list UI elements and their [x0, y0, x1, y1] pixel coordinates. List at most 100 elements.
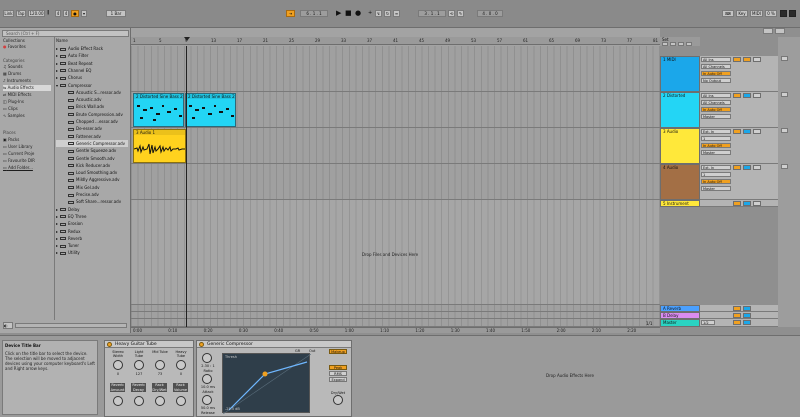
- lock-button[interactable]: [686, 42, 692, 46]
- input-type-select[interactable]: Ext. In: [701, 165, 731, 170]
- sidebar-item-midi-effects[interactable]: ⇌ MIDI Effects: [3, 92, 51, 98]
- release-knob[interactable]: [202, 395, 212, 405]
- track-lane-3-audio[interactable]: [131, 128, 660, 164]
- preview-waveform[interactable]: [15, 323, 127, 328]
- sidebar-item-packs[interactable]: ▣ Packs: [3, 137, 51, 143]
- monitor-select[interactable]: In Auto Off: [701, 107, 731, 112]
- play-icon[interactable]: ▶: [336, 10, 341, 17]
- solo-button[interactable]: [743, 306, 751, 311]
- arm-button[interactable]: [753, 165, 761, 170]
- solo-button[interactable]: [743, 129, 751, 134]
- track-activator[interactable]: [733, 57, 741, 62]
- browser-preset-item[interactable]: Fattener.adv: [56, 133, 128, 140]
- link-button[interactable]: Link: [3, 10, 14, 17]
- macro-knob[interactable]: [176, 360, 186, 370]
- solo-button[interactable]: [743, 93, 751, 98]
- browser-preset-item[interactable]: Acoustic.adv: [56, 96, 128, 103]
- arm-button[interactable]: [753, 129, 761, 134]
- arm-button[interactable]: [753, 201, 761, 206]
- browser-preset-item[interactable]: Precise.adv: [56, 191, 128, 198]
- input-type-select[interactable]: All Ins: [701, 57, 731, 62]
- track-header-4-audio[interactable]: 4 Audio: [660, 164, 700, 200]
- sidebar-item-plugins[interactable]: ◫ Plug-Ins: [3, 99, 51, 105]
- browser-folder-item[interactable]: ▸ Reverb: [56, 235, 128, 242]
- compressor-title-bar[interactable]: Generic Compressor: [197, 341, 351, 348]
- input-channel-select[interactable]: All Channels: [701, 100, 731, 105]
- sidebar-item-sounds[interactable]: ♫ Sounds: [3, 64, 51, 70]
- track-name[interactable]: 5 Instrument: [661, 201, 699, 206]
- sidebar-item-instruments[interactable]: ♪ Instruments: [3, 78, 51, 84]
- track-activator[interactable]: [733, 306, 741, 311]
- browser-preset-item[interactable]: Mix Gel.adv: [56, 184, 128, 191]
- fold-button[interactable]: [662, 42, 668, 46]
- output-select[interactable]: No Output: [701, 78, 731, 83]
- arrangement-view-toggle[interactable]: [763, 28, 773, 34]
- computer-keyboard-button[interactable]: ⌨: [722, 10, 734, 17]
- solo-button[interactable]: [743, 320, 751, 325]
- attack-knob[interactable]: [202, 374, 212, 384]
- macro-button[interactable]: Reverb Amount: [110, 383, 125, 392]
- monitor-select[interactable]: In Auto Off: [701, 179, 731, 184]
- return-lane-delay[interactable]: [131, 312, 660, 319]
- nudge-icon[interactable]: ⫼: [47, 10, 49, 17]
- mixer-button[interactable]: [781, 92, 788, 97]
- browser-preset-item[interactable]: Gentle Smooth.adv: [56, 155, 128, 162]
- browser-folder-item[interactable]: ▾ Compressor: [56, 82, 128, 89]
- browser-preset-item[interactable]: Generic Compressor.adv: [56, 139, 128, 147]
- quantize-select[interactable]: 1 Bar: [106, 10, 126, 17]
- midi-map-button[interactable]: MIDI: [750, 10, 763, 17]
- loop-switch[interactable]: ⟲: [448, 10, 455, 17]
- browser-preset-item[interactable]: Brute Compression.adv: [56, 111, 128, 118]
- loop-length-field[interactable]: 4 . 0 . 0: [477, 10, 503, 17]
- solo-button[interactable]: [743, 201, 751, 206]
- browser-folder-item[interactable]: ▸ Audio Effect Rack: [56, 45, 128, 52]
- arm-button[interactable]: [753, 57, 761, 62]
- key-map-button[interactable]: Key: [736, 10, 748, 17]
- beat-ruler[interactable]: 1 5 9 13 17 21 25 29 33 37 41 45 49 53 57 61 65 69 73 77 81: [131, 37, 660, 45]
- capture-midi-button[interactable]: ≡: [393, 10, 400, 17]
- macro-button[interactable]: Rack Dry/Wet: [152, 383, 167, 392]
- time-signature-numerator[interactable]: 4: [55, 10, 61, 17]
- mixer-button[interactable]: [781, 128, 788, 133]
- macro-knob[interactable]: [176, 396, 186, 406]
- audio-clip[interactable]: 3 Audio 1: [133, 129, 186, 163]
- browser-folder-item[interactable]: ▸ Chorus: [56, 74, 128, 81]
- browser-preset-item[interactable]: Gentle Squeeze.adv: [56, 147, 128, 154]
- dry-wet-knob[interactable]: [333, 395, 343, 405]
- macro-knob[interactable]: [113, 360, 123, 370]
- browser-folder-item[interactable]: ▸ Redux: [56, 228, 128, 235]
- master-header[interactable]: Master: [660, 319, 700, 327]
- track-name[interactable]: Master: [661, 320, 699, 326]
- return-header-reverb[interactable]: A Reverb: [660, 305, 700, 312]
- track-activator[interactable]: [733, 93, 741, 98]
- track-lane-1-midi[interactable]: [131, 46, 660, 92]
- input-channel-select[interactable]: 1: [701, 172, 731, 177]
- input-type-select[interactable]: All Ins: [701, 93, 731, 98]
- session-view-toggle[interactable]: [775, 28, 785, 34]
- track-activator[interactable]: [733, 320, 741, 325]
- macro-knob[interactable]: [155, 396, 165, 406]
- macro-knob[interactable]: [155, 360, 165, 370]
- browser-preset-item[interactable]: Mildly Aggressive.adv: [56, 176, 128, 183]
- macro-knob[interactable]: [134, 396, 144, 406]
- threshold-knob[interactable]: [202, 353, 212, 363]
- macro-knob[interactable]: [134, 360, 144, 370]
- rack-title-bar[interactable]: Heavy Guitar Tube: [105, 341, 193, 348]
- zoom-ratio[interactable]: 1/1: [646, 320, 659, 327]
- solo-button[interactable]: [743, 313, 751, 318]
- macro-knob[interactable]: [113, 396, 123, 406]
- track-activator[interactable]: [733, 129, 741, 134]
- browser-preset-item[interactable]: Brick Wall.adv: [56, 103, 128, 110]
- rms-mode-button[interactable]: RMS: [329, 371, 347, 376]
- power-icon[interactable]: [199, 342, 204, 347]
- sidebar-item-current-project[interactable]: ▭ Current Proje: [3, 151, 51, 157]
- track-header-3-audio[interactable]: 3 Audio: [660, 128, 700, 164]
- browser-folder-item[interactable]: ▸ Beat Repeat: [56, 60, 128, 67]
- expand-mode-button[interactable]: Expand: [329, 377, 347, 382]
- track-activator[interactable]: [733, 313, 741, 318]
- midi-clip[interactable]: 2 Distorted Sine Bass 2: [185, 93, 236, 127]
- browser-folder-item[interactable]: ▸ Channel EQ: [56, 67, 128, 74]
- sidebar-item-audio-effects[interactable]: ⇋ Audio Effects: [3, 85, 51, 91]
- browser-folder-item[interactable]: ▸ Delay: [56, 206, 128, 213]
- browser-preset-item[interactable]: De-esser.adv: [56, 125, 128, 132]
